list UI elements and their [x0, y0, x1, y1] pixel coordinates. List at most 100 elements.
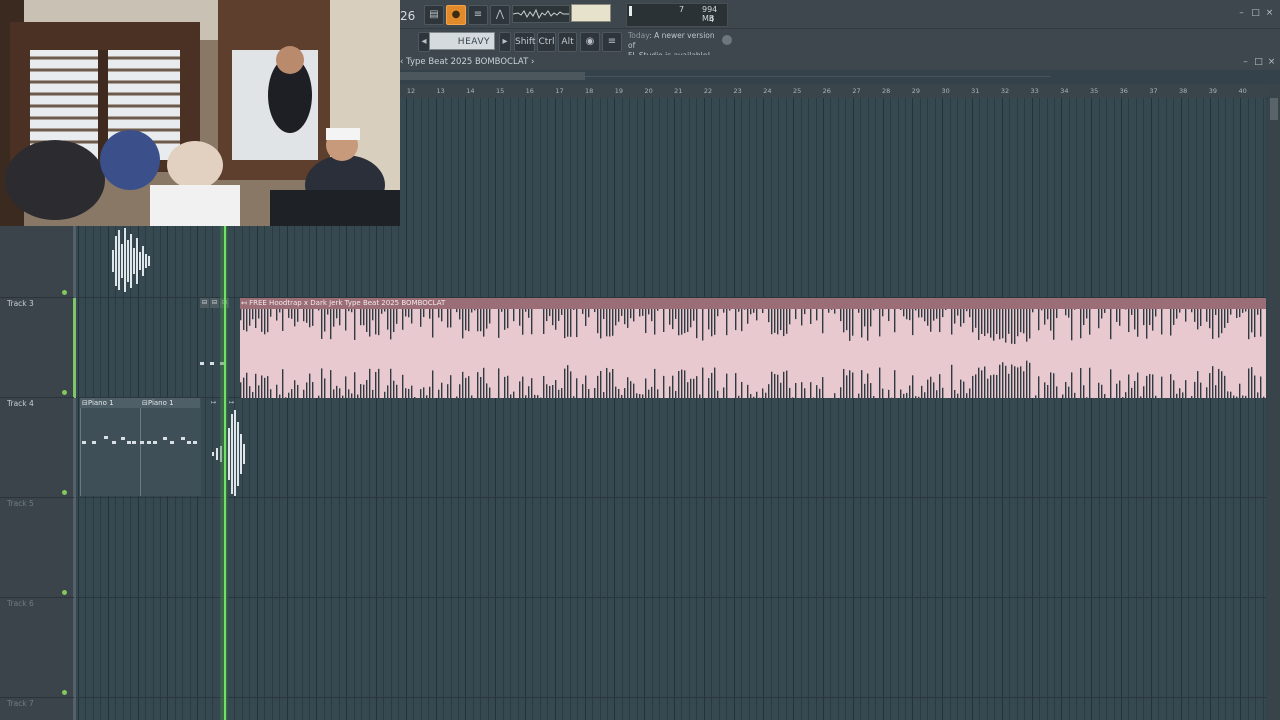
waveform-segment [1056, 309, 1058, 319]
waveform-segment [1245, 395, 1247, 398]
pattern-note [82, 441, 86, 444]
track-7-label[interactable]: Track 7 [7, 699, 34, 708]
playhead[interactable] [224, 226, 226, 720]
waveform-segment [1023, 309, 1025, 334]
track-mute-led[interactable] [62, 690, 67, 695]
waveform-segment [363, 384, 365, 398]
waveform-segment [1146, 309, 1148, 339]
polyphony-value: 4 [709, 15, 715, 24]
playlist-icon[interactable]: ▤ [424, 5, 444, 25]
waveform-segment [351, 393, 353, 398]
waveform-segment [639, 394, 641, 398]
waveform-segment [408, 309, 410, 318]
ruler-number: 30 [941, 87, 950, 95]
grid-line [830, 98, 831, 720]
vertical-scrollbar[interactable] [1268, 84, 1280, 720]
playlist-minimize-icon[interactable]: – [1241, 58, 1250, 67]
waveform-segment [1224, 309, 1226, 328]
waveform-segment [477, 309, 479, 332]
waveform-segment [297, 309, 299, 322]
menu-icon[interactable]: ≡ [602, 32, 622, 52]
record-icon[interactable]: ◉ [580, 32, 600, 52]
ruler-number: 13 [436, 87, 445, 95]
waveform-segment [426, 395, 428, 398]
waveform-segment [357, 394, 359, 398]
grid-line [532, 98, 533, 720]
waveform-segment [1011, 309, 1013, 344]
waveform-segment [1260, 376, 1262, 398]
globe-icon[interactable] [722, 35, 732, 45]
waveform-segment [294, 380, 296, 398]
master-volume-slider[interactable] [571, 4, 611, 22]
track-row-line [76, 697, 1266, 698]
track-mute-led[interactable] [62, 590, 67, 595]
waveform-segment [261, 309, 263, 332]
waveform-segment [1131, 309, 1133, 315]
waveform-segment [567, 309, 569, 337]
playlist-close-icon[interactable]: × [1267, 58, 1276, 67]
track-mute-led[interactable] [62, 490, 67, 495]
waveform-segment [555, 380, 557, 398]
ruler-number: 15 [495, 87, 505, 95]
preset-selector[interactable]: HEAVY [429, 32, 495, 50]
waveform-segment [687, 382, 689, 398]
clip-marker[interactable]: ↦ [229, 398, 234, 408]
shift-key-button[interactable]: Shift [514, 32, 535, 52]
waveform-segment [1161, 376, 1163, 398]
waveform-segment [939, 309, 941, 333]
waveform-segment [501, 309, 503, 312]
track-2-audio-clip[interactable] [108, 226, 156, 296]
alt-key-button[interactable]: Alt [558, 32, 577, 52]
clip-marker[interactable]: ⊟ [200, 298, 209, 308]
waveform-segment [789, 309, 791, 325]
minimize-icon[interactable]: – [1237, 9, 1246, 18]
waveform-segment [276, 384, 278, 398]
vertical-scroll-thumb[interactable] [1270, 98, 1278, 120]
preset-next-icon[interactable]: ▸ [499, 32, 511, 52]
pattern-clip-piano-1[interactable] [140, 398, 201, 496]
waveform-segment [633, 383, 635, 398]
waveform-segment [321, 368, 323, 398]
track-3-label[interactable]: Track 3 [7, 299, 34, 308]
grid-line [1173, 98, 1174, 720]
pattern-number[interactable]: 26 [400, 6, 415, 26]
grid-line [674, 98, 675, 720]
waveform-segment [690, 378, 692, 398]
grid-line [935, 98, 936, 720]
ruler-number: 22 [703, 87, 713, 95]
waveform-segment [396, 309, 398, 324]
waveform-segment [618, 309, 620, 322]
waveform-segment [954, 309, 956, 324]
waveform-segment [318, 309, 320, 311]
waveform-segment [708, 378, 710, 398]
grid-line [458, 98, 459, 720]
waveform-segment [507, 375, 509, 398]
pattern-clip-piano-1[interactable] [80, 398, 141, 496]
maximize-icon[interactable]: □ [1251, 9, 1260, 18]
waveform-segment [615, 386, 617, 398]
track-5-label[interactable]: Track 5 [7, 499, 34, 508]
waveform-segment [1065, 309, 1067, 316]
close-icon[interactable]: × [1265, 9, 1274, 18]
clip-marker[interactable]: ⊟ [210, 298, 219, 308]
track-4-audio-clip[interactable] [210, 408, 246, 498]
track-mute-led[interactable] [62, 390, 67, 395]
playlist-title[interactable]: ‹ Type Beat 2025 BOMBOCLAT › [400, 56, 534, 69]
waveform-segment [723, 387, 725, 398]
waveform-segment [537, 395, 539, 398]
mixer-icon[interactable]: ≡ [468, 5, 488, 25]
clip-marker[interactable]: ↦ [211, 398, 216, 408]
waveform-segment [1137, 372, 1139, 398]
horizontal-scrollbar[interactable] [400, 72, 585, 80]
grid-line [994, 98, 995, 720]
track-mute-led[interactable] [62, 290, 67, 295]
track-4-label[interactable]: Track 4 [7, 399, 34, 408]
track-6-label[interactable]: Track 6 [7, 599, 34, 608]
playlist-maximize-icon[interactable]: □ [1254, 58, 1263, 67]
header-separator [0, 297, 74, 298]
waveform-segment [258, 309, 260, 319]
ctrl-key-button[interactable]: Ctrl [537, 32, 556, 52]
waveform-segment [282, 309, 284, 331]
pattern-icon[interactable]: ● [446, 5, 466, 25]
metronome-icon[interactable]: ⋀ [490, 5, 510, 25]
